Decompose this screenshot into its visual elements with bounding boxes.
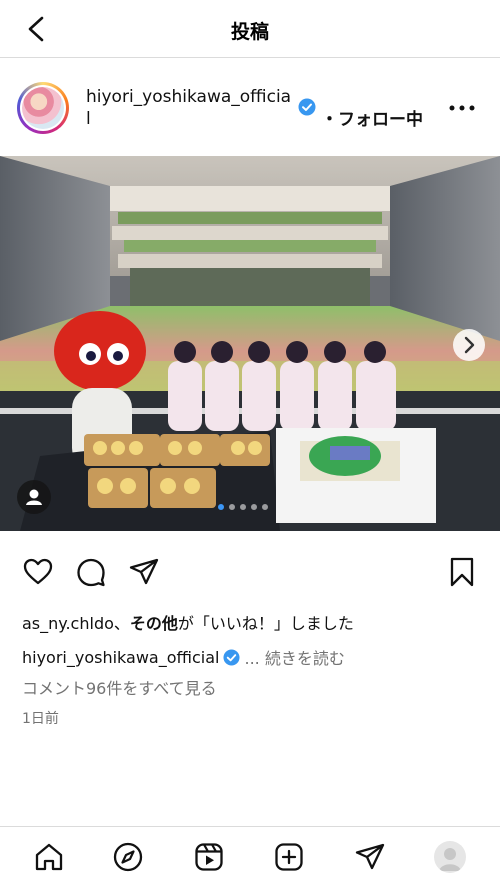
- bottom-nav: [0, 826, 500, 889]
- top-bar: 投稿: [0, 0, 500, 58]
- likes-separator: 、: [113, 614, 130, 633]
- likes-others[interactable]: その他: [130, 614, 178, 633]
- bookmark-icon[interactable]: [446, 556, 478, 588]
- likes-suffix: が「いいね！」しました: [177, 614, 354, 633]
- carousel-dot: [251, 504, 257, 510]
- home-icon[interactable]: [33, 841, 65, 873]
- carousel-dot: [262, 504, 268, 510]
- carousel-next-button[interactable]: [453, 329, 485, 361]
- more-horizontal-icon[interactable]: [448, 103, 476, 113]
- carousel-dot: [218, 504, 224, 510]
- user-tag-icon[interactable]: [17, 480, 51, 514]
- view-comments-link[interactable]: コメント96件をすべて見る: [22, 675, 217, 699]
- heart-icon[interactable]: [22, 556, 54, 588]
- post-username-line2: l: [86, 109, 91, 129]
- caption-username[interactable]: hiyori_yoshikawa_official: [22, 648, 219, 667]
- caption: hiyori_yoshikawa_official ... 続きを読む: [22, 645, 345, 669]
- direct-icon[interactable]: [354, 841, 386, 873]
- verified-badge-icon: [223, 648, 241, 666]
- explore-icon[interactable]: [112, 841, 144, 873]
- share-icon[interactable]: [128, 556, 160, 588]
- post-photo[interactable]: [0, 156, 500, 531]
- user-silhouette-icon: [439, 848, 461, 871]
- carousel-dots: [218, 504, 268, 512]
- reels-icon[interactable]: [193, 841, 225, 873]
- post-username-line1: hiyori_yoshikawa_officia: [86, 87, 292, 107]
- follow-status[interactable]: ・フォロー中: [321, 105, 423, 130]
- post-timestamp: 1日前: [22, 711, 59, 727]
- chevron-right-icon: [464, 336, 475, 354]
- carousel-dot: [240, 504, 246, 510]
- verified-badge-icon: [298, 98, 316, 116]
- post-username[interactable]: hiyori_yoshikawa_officia l: [86, 86, 296, 130]
- avatar[interactable]: [17, 82, 69, 134]
- comment-icon[interactable]: [75, 556, 107, 588]
- post-header: hiyori_yoshikawa_officia l ・フォロー中: [0, 58, 500, 156]
- likes-text[interactable]: as_ny.chldo、その他が「いいね！」しました: [22, 610, 354, 634]
- liked-by-user[interactable]: as_ny.chldo: [22, 614, 114, 633]
- create-icon[interactable]: [273, 841, 305, 873]
- post-actions: [0, 548, 500, 594]
- read-more-link[interactable]: ... 続きを読む: [244, 645, 344, 669]
- carousel-dot: [229, 504, 235, 510]
- profile-avatar[interactable]: [434, 841, 466, 873]
- page-title: 投稿: [230, 21, 269, 43]
